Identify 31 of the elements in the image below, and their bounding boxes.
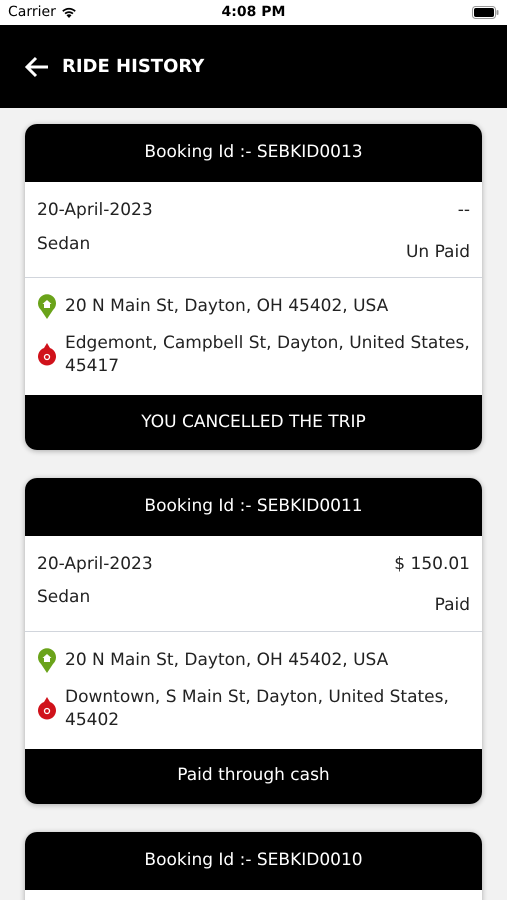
booking-card[interactable]: Booking Id :- SEBKID0013 20-April-2023 -- Sedan Un Paid 20 N Main St, Dayton, OH 45402, USA Edgemont, Campbell St, Dayton, United States, 45417 YOU CANCELLED THE TRIP <box>25 124 482 450</box>
pickup-address: 20 N Main St, Dayton, OH 45402, USA <box>65 649 388 672</box>
drop-address: Downtown, S Main St, Dayton, United States, 45402 <box>65 686 450 732</box>
screen-title: RIDE HISTORY <box>62 55 204 79</box>
back-arrow-icon <box>24 56 50 78</box>
trip-status: YOU CANCELLED THE TRIP <box>141 410 366 434</box>
carrier-label: Carrier <box>8 3 56 22</box>
back-button[interactable] <box>24 56 50 78</box>
pickup-address: 20 N Main St, Dayton, OH 45402, USA <box>65 295 388 318</box>
pickup-pin-icon <box>37 648 57 674</box>
drop-pin-icon <box>37 696 57 722</box>
fare-amount: $ 150.01 <box>394 552 470 576</box>
booking-id: Booking Id :- SEBKID0010 <box>144 848 363 872</box>
ride-date: 20-April-2023 <box>37 552 153 576</box>
drop-address: Edgemont, Campbell St, Dayton, United States, 45417 <box>65 332 470 378</box>
payment-status: Un Paid <box>406 240 470 264</box>
booking-card[interactable]: Booking Id :- SEBKID0011 20-April-2023 $ 150.01 Sedan Paid 20 N Main St, Dayton, OH 45402, USA Downtown, S Main St, Dayton, United States, 45402 Paid through cash <box>25 478 482 804</box>
booking-id: Booking Id :- SEBKID0011 <box>144 495 363 518</box>
wifi-icon <box>60 6 78 19</box>
vehicle-type: Sedan <box>37 232 90 256</box>
ride-date: 20-April-2023 <box>37 199 153 222</box>
trip-status: Paid through cash <box>177 764 330 788</box>
fare-amount: -- <box>458 199 470 222</box>
booking-card[interactable]: Booking Id :- SEBKID0010 <box>25 832 482 900</box>
clock: 4:08 PM <box>222 3 286 22</box>
booking-id: Booking Id :- SEBKID0013 <box>144 141 363 164</box>
battery-icon <box>472 6 499 19</box>
drop-pin-icon <box>37 342 57 368</box>
vehicle-type: Sedan <box>37 586 90 610</box>
pickup-pin-icon <box>37 294 57 320</box>
payment-status: Paid <box>434 594 470 618</box>
